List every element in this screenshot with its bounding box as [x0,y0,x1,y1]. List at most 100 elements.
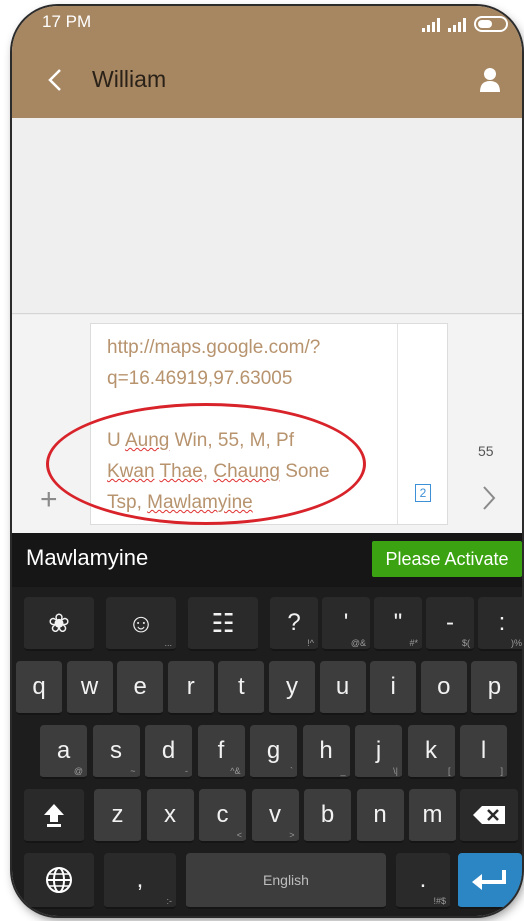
key-4[interactable]: ' @& [322,597,370,651]
smiley-icon: ☺ [127,607,155,638]
numpad-icon: ☷ [211,607,235,638]
key-sublabel: [ [447,766,451,776]
key-g[interactable]: g ` [250,725,297,779]
smiley-key[interactable]: ... ☺ [106,597,176,651]
numpad-key[interactable]: ☷ [188,597,258,651]
key-sublabel: !^ [307,638,314,648]
key-x[interactable]: x [146,789,194,843]
key-sublabel: \| [393,766,398,776]
key-o[interactable]: o [420,661,467,715]
key-p[interactable]: p [471,661,518,715]
backspace-key[interactable] [460,789,518,843]
key-z[interactable]: z [94,789,141,843]
comma-key[interactable]: ,:- [104,853,176,909]
message-line: U Aung Win, 55, M, Pf [107,430,294,451]
character-count: 55 [478,443,494,459]
key-a[interactable]: a @ [40,725,87,779]
send-icon[interactable] [478,481,500,515]
shift-key[interactable] [24,789,84,843]
message-line: Kwan Thae, Chaung Sone [107,461,330,482]
key-m[interactable]: m [409,789,456,843]
key-label: j [375,737,382,764]
key-sublabel: $( [461,638,470,648]
back-icon[interactable] [42,64,70,96]
misspelled-word[interactable]: Chaung [213,461,280,482]
misspelled-word[interactable]: Mawlamyine [147,492,253,513]
misspelled-word[interactable]: Thae [159,461,202,482]
key-j[interactable]: j \| [355,725,402,779]
status-time: 17 PM [42,12,92,31]
suggestion-word[interactable]: Mawlamyine [26,545,148,571]
key-b[interactable]: b [304,789,351,843]
key-sublabel: ` [290,766,293,776]
message-line [107,394,392,425]
signal-icon [448,18,466,32]
message-history[interactable] [12,118,522,314]
key-s[interactable]: s ~ [92,725,140,779]
enter-icon [472,870,506,890]
key-label: l [480,737,487,764]
language-key[interactable] [24,853,94,909]
key-label: , [136,866,144,893]
key-label: : [498,609,506,636]
key-sublabel: !#$ [433,896,446,906]
flower-icon: ❀ [48,607,70,638]
key-label: ? [287,609,301,636]
key-3[interactable]: ? !^ [270,597,318,651]
key-sublabel: @ [73,766,83,776]
person-icon[interactable] [478,66,502,92]
activate-button[interactable]: Please Activate [372,541,522,577]
key-f[interactable]: f ^& [197,725,245,779]
key-sublabel: ] [500,766,503,776]
key-u[interactable]: u [319,661,366,715]
misspelled-word[interactable]: Aung [125,430,169,451]
key-l[interactable]: l] [460,725,507,779]
key-label: a [56,737,71,764]
key-label: p [487,673,502,700]
key-w[interactable]: w [66,661,113,715]
key-y[interactable]: y [269,661,315,715]
sim-card-icon[interactable]: 2 [415,484,431,502]
key-e[interactable]: e [117,661,164,715]
key-q[interactable]: q [16,661,62,715]
key-t[interactable]: t [218,661,265,715]
status-bar: 17 PM [12,6,522,38]
key-label: ' [343,609,349,636]
key-v[interactable]: v > [251,789,299,843]
key-label: b [320,801,335,828]
message-text[interactable]: http://maps.google.com/? q=16.46919,97.6… [107,332,392,518]
key-i[interactable]: i [370,661,417,715]
key-label: t [238,673,245,700]
backspace-icon [473,806,505,824]
enter-key[interactable] [458,853,522,909]
suggestion-bar: Mawlamyine Please Activate [12,533,522,587]
battery-icon [474,16,508,32]
key-label: n [373,801,387,828]
key-r[interactable]: r [167,661,214,715]
key-7[interactable]: :)% [478,597,522,651]
key-label: c [216,801,229,828]
period-key[interactable]: . !#$ [396,853,450,909]
key-h[interactable]: h _ [302,725,350,779]
key-5[interactable]: " #* [374,597,422,651]
status-icons [422,14,508,32]
key-label: d [161,737,176,764]
key-sublabel: )% [511,638,522,648]
space-key[interactable]: English [186,853,386,909]
message-line: http://maps.google.com/? [107,337,321,358]
flower-key[interactable]: ❀ [24,597,94,651]
key-c[interactable]: c < [199,789,246,843]
key-k[interactable]: k[ [407,725,455,779]
key-label: r [186,673,195,700]
keyboard: Mawlamyine Please Activate ❀ ... ☺ ☷? !^ ' @& "… [12,533,522,916]
add-attachment-icon[interactable]: + [40,485,58,515]
key-6[interactable]: - $( [426,597,474,651]
message-input[interactable]: http://maps.google.com/? q=16.46919,97.6… [90,323,448,525]
key-n[interactable]: n [356,789,404,843]
key-label: . [419,866,427,893]
key-d[interactable]: d- [145,725,192,779]
key-label: i [390,673,396,700]
key-sublabel: < [236,830,242,840]
contact-name: William [92,66,167,92]
misspelled-word[interactable]: Kwan [107,461,155,482]
